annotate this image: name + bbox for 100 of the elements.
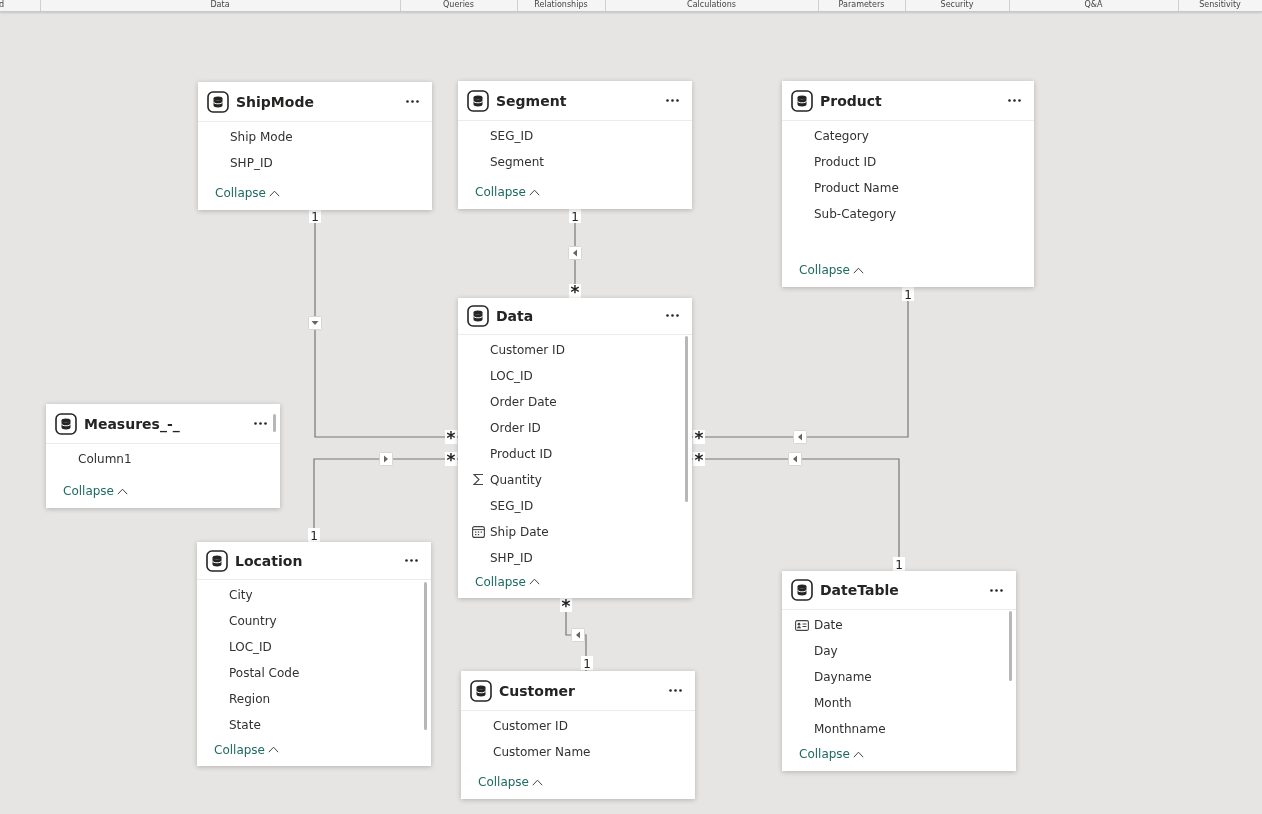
field-item[interactable]: Customer ID [493,719,568,733]
more-button[interactable] [663,97,682,104]
table-title: Location [235,552,303,569]
table-title: DateTable [820,582,899,599]
filter-direction-icon [568,246,582,260]
more-icon [666,99,679,102]
filter-direction-icon [571,628,585,642]
table-icon [467,304,489,327]
field-item[interactable]: Ship Date [490,524,549,539]
scrollbar[interactable] [685,336,688,502]
field-item[interactable]: LOC_ID [490,368,533,383]
collapse-button[interactable]: Collapse [215,186,280,200]
ribbon-group-label: Sensitivity [1198,0,1242,10]
scrollbar[interactable] [273,414,276,432]
more-button[interactable] [987,586,1006,594]
ribbon-group-label: Data [209,0,231,10]
field-item[interactable]: Sub-Category [814,207,896,221]
caret-icon [532,778,543,786]
ribbon-group-label: d [0,0,6,10]
field-item[interactable]: Order Date [490,394,557,409]
field-item[interactable]: Region [229,692,271,707]
field-item[interactable]: Ship Mode [230,130,293,144]
field-item[interactable]: City [229,588,253,603]
more-icon [405,559,418,563]
field-item[interactable]: Dayname [814,670,872,685]
field-item[interactable]: Order ID [490,420,541,435]
field-item[interactable]: Monthname [814,722,886,737]
more-icon [669,689,682,692]
field-item[interactable]: Month [814,696,852,711]
relationship-line[interactable]: 1 * [308,209,459,448]
field-item[interactable]: SEG_ID [490,498,534,513]
table-icon [207,90,229,113]
field-item[interactable]: Quantity [490,472,542,487]
table-icon [470,679,492,702]
field-item[interactable]: SEG_ID [490,129,534,143]
field-item[interactable]: Product ID [814,155,877,169]
ribbon-group-label: Security [939,0,975,10]
more-icon [406,100,419,103]
caret-icon [268,746,279,754]
more-icon [1008,99,1021,102]
ribbon-group-label: Queries [442,0,475,10]
cardinality-label: 1 [893,557,905,572]
collapse-button[interactable]: Collapse [478,775,543,789]
field-item[interactable]: Customer Name [493,745,591,759]
caret-icon [853,266,864,274]
ribbon-group-label: Q&A [1083,0,1104,10]
table-title: Product [820,92,882,109]
collapse-button[interactable]: Collapse [214,742,279,757]
ribbon-group-label: Calculations [686,0,737,10]
relationship-line[interactable]: 1 * [568,208,582,302]
id-card-icon [795,619,809,631]
ribbon-group-label: Relationships [533,0,589,10]
field-item[interactable]: Product ID [490,446,553,461]
table-icon [791,579,813,602]
filter-direction-icon [793,430,807,444]
caret-icon [269,189,280,197]
field-item[interactable]: LOC_ID [229,640,272,655]
collapse-button[interactable]: Collapse [799,747,864,762]
field-item[interactable]: Day [814,644,838,659]
collapse-button[interactable]: Collapse [63,484,128,498]
caret-icon [117,487,128,495]
scrollbar[interactable] [424,582,427,730]
collapse-button[interactable]: Collapse [475,185,540,199]
table-title: Data [496,307,534,324]
caret-icon [853,750,864,758]
field-item[interactable]: Category [814,129,869,143]
field-item[interactable]: Postal Code [229,666,300,681]
calendar-icon [471,525,485,538]
field-item[interactable]: Country [229,614,277,629]
table-icon [467,89,489,112]
field-item[interactable]: State [229,718,261,733]
field-item[interactable]: Segment [490,155,544,169]
field-item[interactable]: Column1 [78,452,132,466]
cardinality-label: 1 [581,656,593,671]
more-button[interactable] [663,312,682,320]
filter-direction-icon [379,452,393,466]
cardinality-label: 1 [902,287,914,302]
more-icon [990,588,1003,592]
more-button[interactable] [1005,97,1024,104]
field-item[interactable]: Product Name [814,181,899,195]
sum-icon [471,473,485,487]
cardinality-label: 1 [569,209,581,224]
scrollbar[interactable] [1009,611,1012,681]
relationship-line[interactable]: 1 * [691,286,914,448]
table-title: Segment [496,92,567,109]
collapse-button[interactable]: Collapse [799,263,864,277]
collapse-button[interactable]: Collapse [475,574,540,589]
field-item[interactable]: Customer ID [490,342,565,357]
more-button[interactable] [402,557,421,565]
field-item[interactable]: SHP_ID [230,156,273,170]
more-icon [254,422,267,425]
field-item[interactable]: SHP_ID [490,550,533,565]
filter-direction-icon [788,452,802,466]
filter-direction-icon [308,316,322,330]
more-button[interactable] [666,687,685,694]
more-button[interactable] [251,420,270,427]
field-item[interactable]: Date [814,618,843,633]
table-title: Customer [499,682,575,699]
more-button[interactable] [403,98,422,105]
cardinality-label: 1 [308,528,320,543]
